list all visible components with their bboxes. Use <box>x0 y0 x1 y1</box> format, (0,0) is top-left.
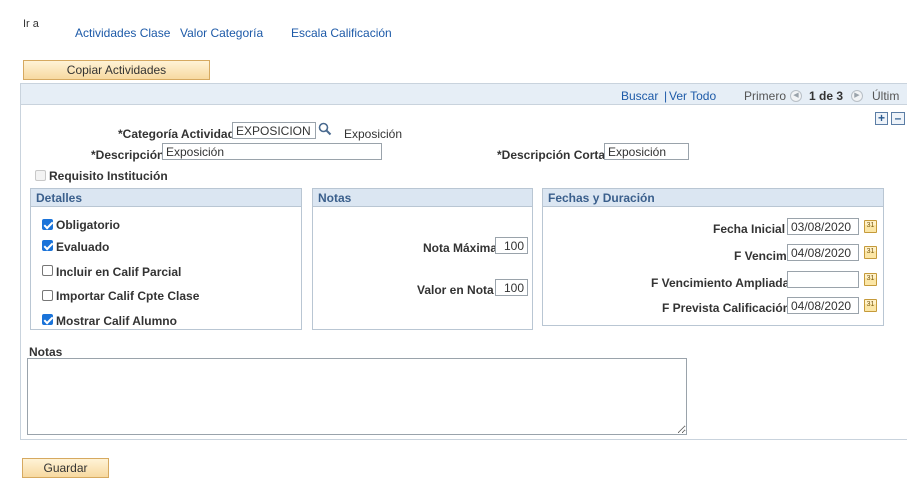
f-prevista-calificacion-label: F Prevista Calificación <box>662 301 791 315</box>
f-vencimiento-ampliada-input[interactable] <box>787 271 859 288</box>
notas-textarea-label: Notas <box>29 345 63 359</box>
evaluado-checkbox[interactable] <box>42 240 53 251</box>
categoria-actividad-label-text: *Categoría Actividad <box>118 127 235 141</box>
f-prevista-calificacion-input[interactable] <box>787 297 859 314</box>
delete-row-icon[interactable]: – <box>891 112 905 125</box>
categoria-actividad-input[interactable] <box>232 122 316 139</box>
guardar-button[interactable]: Guardar <box>22 458 109 478</box>
detalles-group: Detalles <box>30 188 302 330</box>
importar-calif-cpte-clase-label: Importar Calif Cpte Clase <box>56 289 200 303</box>
ir-a-label: Ir a <box>23 18 39 30</box>
next-icon[interactable]: ▶ <box>851 90 863 102</box>
f-vencim-label: F Vencim <box>734 249 787 263</box>
ultimo-label: Últim <box>872 89 900 103</box>
detalles-header: Detalles <box>31 189 301 207</box>
nota-maxima-label: Nota Máxima <box>423 241 498 255</box>
f-vencim-calendar-icon[interactable]: 31 <box>864 246 877 259</box>
mostrar-calif-alumno-checkbox[interactable] <box>42 314 53 325</box>
descripcion-label: *Descripción <box>91 148 165 162</box>
valor-en-nota-input[interactable] <box>495 279 528 296</box>
f-prevista-calificacion-calendar-icon[interactable]: 31 <box>864 299 877 312</box>
mostrar-calif-alumno-label: Mostrar Calif Alumno <box>56 314 177 328</box>
ver-todo-link[interactable]: Ver Todo <box>669 89 716 103</box>
nota-maxima-input[interactable] <box>495 237 528 254</box>
notas-textarea[interactable] <box>27 358 687 435</box>
categoria-actividad-label: *Categoría Actividad <box>118 127 235 141</box>
toolbar-separator: | <box>664 89 668 103</box>
notas-group: Notas <box>312 188 533 330</box>
incluir-calif-parcial-label: Incluir en Calif Parcial <box>56 265 182 279</box>
previous-icon[interactable]: ◀ <box>790 90 802 102</box>
categoria-description: Exposición <box>344 127 403 141</box>
f-vencimiento-ampliada-label: F Vencimiento Ampliada <box>651 276 790 290</box>
evaluado-label: Evaluado <box>56 240 110 254</box>
obligatorio-checkbox[interactable] <box>42 219 53 230</box>
nav-link-escala-calificacion[interactable]: Escala Calificación <box>291 26 392 40</box>
f-vencim-input[interactable] <box>787 244 859 261</box>
notas-group-header: Notas <box>313 189 532 207</box>
fechas-header: Fechas y Duración <box>543 189 883 207</box>
obligatorio-label: Obligatorio <box>56 218 120 232</box>
requisito-institucion-label: Requisito Institución <box>49 169 168 183</box>
nav-link-valor-categoria[interactable]: Valor Categoría <box>180 26 263 40</box>
buscar-link[interactable]: Buscar <box>621 89 658 103</box>
fecha-inicial-input[interactable] <box>787 218 859 235</box>
fecha-inicial-label: Fecha Inicial <box>713 222 786 236</box>
copiar-actividades-button[interactable]: Copiar Actividades <box>23 60 210 80</box>
fecha-inicial-calendar-icon[interactable]: 31 <box>864 220 877 233</box>
search-icon[interactable] <box>318 122 332 136</box>
importar-calif-cpte-clase-checkbox[interactable] <box>42 290 53 301</box>
descripcion-corta-input[interactable] <box>604 143 689 160</box>
descripcion-input[interactable] <box>162 143 382 160</box>
f-vencimiento-ampliada-calendar-icon[interactable]: 31 <box>864 273 877 286</box>
primero-label: Primero <box>744 89 787 103</box>
valor-en-nota-label: Valor en Nota <box>417 283 494 297</box>
row-count: 1 de 3 <box>809 89 844 103</box>
nav-link-actividades-clase[interactable]: Actividades Clase <box>75 26 170 40</box>
add-row-icon[interactable]: + <box>875 112 888 125</box>
requisito-institucion-checkbox[interactable] <box>35 170 46 181</box>
descripcion-corta-label: *Descripción Corta <box>497 148 606 162</box>
incluir-calif-parcial-checkbox[interactable] <box>42 265 53 276</box>
